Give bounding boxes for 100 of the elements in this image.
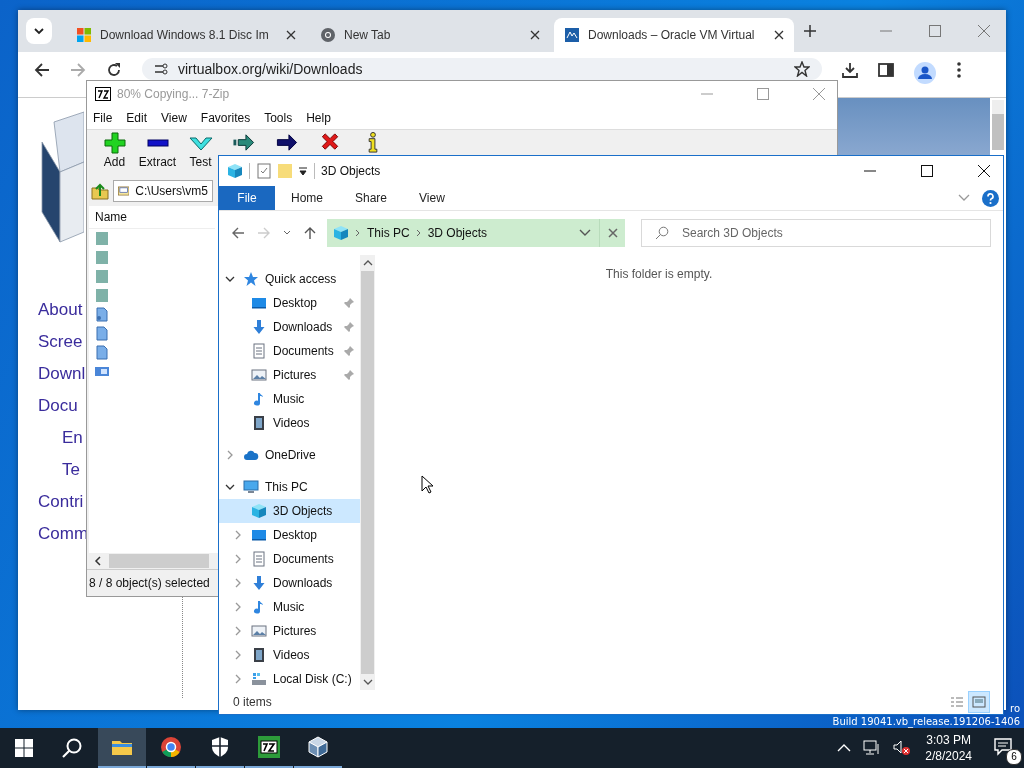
address-bar[interactable]: virtualbox.org/wiki/Downloads — [142, 58, 822, 80]
menu-item[interactable]: Edit — [126, 111, 148, 125]
reload-icon[interactable] — [106, 62, 122, 78]
browser-tab[interactable]: New Tab — [310, 18, 550, 52]
nav-link[interactable]: En — [62, 422, 83, 454]
nav-link[interactable]: Downl — [38, 358, 86, 390]
network-icon[interactable] — [863, 740, 882, 756]
dropdown-icon[interactable] — [298, 166, 308, 176]
nav-link[interactable]: Contri — [38, 486, 84, 518]
menu-item[interactable]: File — [93, 111, 113, 125]
tree-item[interactable]: Videos — [219, 411, 360, 435]
ribbon-tab[interactable]: Share — [339, 186, 404, 210]
breadcrumb-item[interactable]: 3D Objects — [427, 226, 488, 240]
menu-item[interactable]: Help — [306, 111, 331, 125]
tree-item[interactable]: Desktop — [219, 523, 360, 547]
help-icon[interactable] — [982, 189, 999, 207]
path-field[interactable]: C:\Users\vm5 — [113, 180, 213, 202]
down-arrow-icon — [251, 319, 267, 335]
up-arrow-icon[interactable] — [303, 226, 317, 240]
more-menu-icon[interactable] — [956, 62, 962, 78]
scroll-up-icon[interactable] — [362, 259, 373, 267]
ribbon-tab[interactable]: View — [403, 186, 461, 210]
tree-item[interactable]: Videos — [219, 643, 360, 667]
profile-avatar-icon[interactable] — [914, 62, 936, 84]
film-icon — [251, 647, 267, 663]
tree-item[interactable]: OneDrive — [219, 443, 360, 467]
address-bar[interactable]: This PC 3D Objects — [327, 219, 599, 247]
tree-item[interactable]: Pictures — [219, 619, 360, 643]
menu-item[interactable]: Favorites — [200, 111, 251, 125]
file-icon[interactable] — [95, 307, 109, 322]
toolbar-button[interactable]: Test — [179, 131, 222, 177]
toolbar-button[interactable]: Add — [93, 131, 136, 177]
close-icon[interactable] — [774, 30, 784, 40]
taskbar-app[interactable] — [98, 728, 146, 768]
close-icon[interactable] — [286, 30, 296, 40]
nav-link[interactable]: Docu — [38, 390, 78, 422]
menu-item[interactable]: View — [161, 111, 187, 125]
mouse-pointer-icon — [421, 475, 433, 494]
close-icon[interactable] — [530, 30, 540, 40]
tree-item[interactable]: Documents — [219, 547, 360, 571]
scroll-down-icon[interactable] — [362, 678, 373, 686]
star-icon[interactable] — [794, 61, 810, 77]
ribbon-tab[interactable]: Home — [275, 186, 339, 210]
close-icon[interactable] — [978, 165, 990, 177]
menu-item[interactable]: Tools — [264, 111, 293, 125]
tree-item[interactable]: Quick access — [219, 267, 360, 291]
tree-item[interactable]: Desktop — [219, 291, 360, 315]
scrollbar-thumb[interactable] — [109, 554, 209, 568]
file-icon[interactable] — [95, 326, 109, 341]
breadcrumb-item[interactable]: This PC — [367, 226, 410, 240]
expand-ribbon-icon[interactable] — [958, 194, 970, 202]
tree-item[interactable]: This PC — [219, 475, 360, 499]
close-icon — [607, 228, 618, 238]
tree-item[interactable]: 3D Objects — [219, 499, 360, 523]
up-folder-icon[interactable] — [91, 182, 109, 200]
chevron-icon — [34, 26, 44, 36]
disc-image-icon — [118, 184, 130, 198]
scroll-left-icon[interactable] — [93, 556, 103, 566]
volume-muted-icon[interactable] — [893, 740, 912, 756]
site-settings-icon[interactable] — [154, 62, 168, 76]
chevron-up-icon[interactable] — [837, 743, 852, 753]
column-header[interactable]: Name — [89, 206, 215, 229]
scrollbar[interactable] — [992, 100, 1004, 150]
chevron-icon[interactable] — [225, 482, 235, 492]
tree-item[interactable]: Downloads — [219, 315, 360, 339]
search-field[interactable]: Search 3D Objects — [641, 219, 991, 247]
back-arrow-icon[interactable] — [231, 226, 245, 240]
tree-item[interactable]: Pictures — [219, 363, 360, 387]
side-panel-icon[interactable] — [878, 62, 894, 78]
nav-link[interactable]: Te — [62, 454, 80, 486]
search-icon[interactable] — [61, 737, 83, 759]
recent-locations-icon[interactable] — [283, 230, 291, 236]
chevron-icon[interactable] — [225, 274, 235, 284]
properties-icon[interactable] — [256, 163, 272, 179]
clock[interactable]: 3:03 PM 2/8/2024 — [925, 732, 972, 764]
browser-tab[interactable]: Downloads – Oracle VM Virtual — [554, 18, 794, 52]
tree-item[interactable]: Local Disk (C:) — [219, 667, 360, 691]
scrollbar[interactable] — [360, 255, 375, 690]
clear-button[interactable] — [599, 219, 625, 247]
new-tab-icon[interactable] — [804, 25, 816, 37]
tree-item[interactable]: Downloads — [219, 571, 360, 595]
nav-link[interactable]: About — [38, 294, 83, 326]
monitor-icon — [251, 527, 267, 543]
file-icon[interactable] — [95, 345, 109, 360]
start-icon[interactable] — [15, 739, 33, 757]
browser-tab[interactable]: Download Windows 8.1 Disc Im — [66, 18, 306, 52]
nav-link[interactable]: Scree — [38, 326, 83, 358]
download-icon[interactable] — [842, 62, 858, 78]
window-icon[interactable] — [95, 364, 109, 379]
cube-icon — [251, 503, 267, 519]
notification-count: 6 — [1006, 748, 1022, 765]
back-arrow-icon[interactable] — [34, 62, 50, 78]
tab-search-button[interactable] — [26, 18, 52, 44]
tree-item[interactable]: Music — [219, 595, 360, 619]
maximize-icon[interactable] — [921, 165, 933, 177]
toolbar-button[interactable]: Extract — [136, 131, 179, 177]
nav-link[interactable]: Comm — [38, 518, 89, 550]
tree-item[interactable]: Documents — [219, 339, 360, 363]
arrow-icon — [274, 131, 299, 154]
tree-item[interactable]: Music — [219, 387, 360, 411]
